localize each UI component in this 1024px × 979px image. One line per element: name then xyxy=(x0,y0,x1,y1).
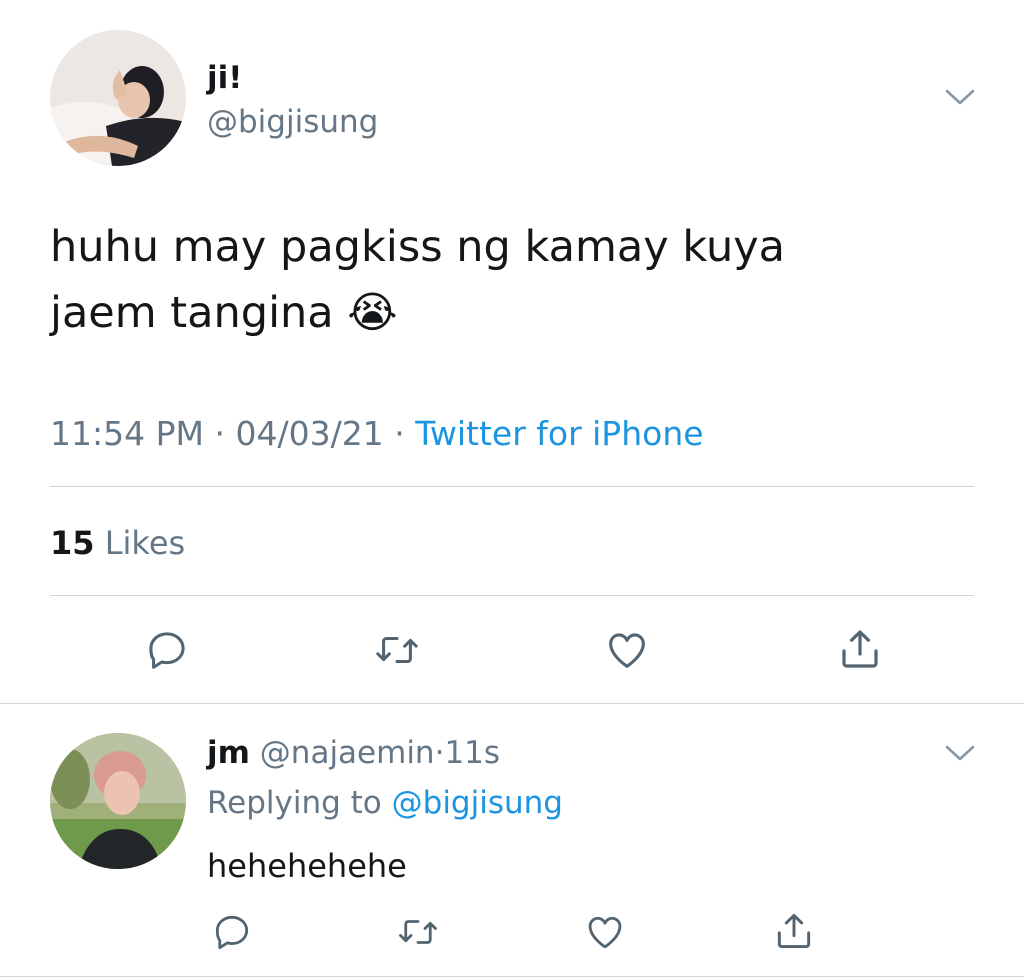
divider xyxy=(50,595,974,596)
tweet-text-line-2-text: jaem tangina xyxy=(50,288,334,338)
reply-icon[interactable] xyxy=(211,911,253,953)
retweet-icon[interactable] xyxy=(395,911,441,953)
meta-separator: · xyxy=(434,735,445,771)
like-icon[interactable] xyxy=(583,911,627,953)
likes-stat[interactable]: 15 Likes xyxy=(50,522,185,564)
reply-header: jm @najaemin·11s xyxy=(207,732,500,774)
likes-count: 15 xyxy=(50,524,95,562)
tweet-text-line-1: huhu may pagkiss ng kamay kuya xyxy=(50,222,785,272)
retweet-icon[interactable] xyxy=(372,627,422,673)
tweet-meta: 11:54 PM · 04/03/21 · Twitter for iPhone xyxy=(50,412,704,456)
tweet-date: 04/03/21 xyxy=(235,414,384,453)
chevron-down-icon[interactable] xyxy=(944,86,976,108)
like-icon[interactable] xyxy=(603,627,651,673)
display-name[interactable]: ji! xyxy=(207,60,242,96)
tweet-time: 11:54 PM xyxy=(50,414,204,453)
divider xyxy=(50,486,974,487)
chevron-down-icon[interactable] xyxy=(944,742,976,764)
tweet-text-line-2: jaem tangina 😭 xyxy=(50,280,950,346)
crying-face-emoji: 😭 xyxy=(347,288,398,338)
avatar[interactable] xyxy=(50,30,186,166)
share-icon[interactable] xyxy=(772,909,816,953)
meta-separator: · xyxy=(214,414,225,453)
likes-label: Likes xyxy=(104,524,186,562)
reply-text: hehehehehe xyxy=(207,847,407,885)
tweet-text: huhu may pagkiss ng kamay kuya jaem tang… xyxy=(50,214,950,346)
share-icon[interactable] xyxy=(836,625,884,673)
avatar[interactable] xyxy=(50,733,186,869)
reply-time: 11s xyxy=(444,735,501,771)
tweet-source-link[interactable]: Twitter for iPhone xyxy=(415,414,703,453)
divider xyxy=(0,703,1024,704)
reply-display-name[interactable]: jm xyxy=(207,735,250,771)
replying-to-label: Replying to xyxy=(207,785,382,821)
replying-to-handle-link[interactable]: @bigjisung xyxy=(392,785,563,821)
reply-icon[interactable] xyxy=(144,627,190,673)
meta-separator: · xyxy=(394,414,405,453)
reply-handle[interactable]: @najaemin xyxy=(260,735,435,771)
divider xyxy=(0,976,1024,977)
replying-to: Replying to @bigjisung xyxy=(207,782,563,824)
handle[interactable]: @bigjisung xyxy=(207,102,378,142)
